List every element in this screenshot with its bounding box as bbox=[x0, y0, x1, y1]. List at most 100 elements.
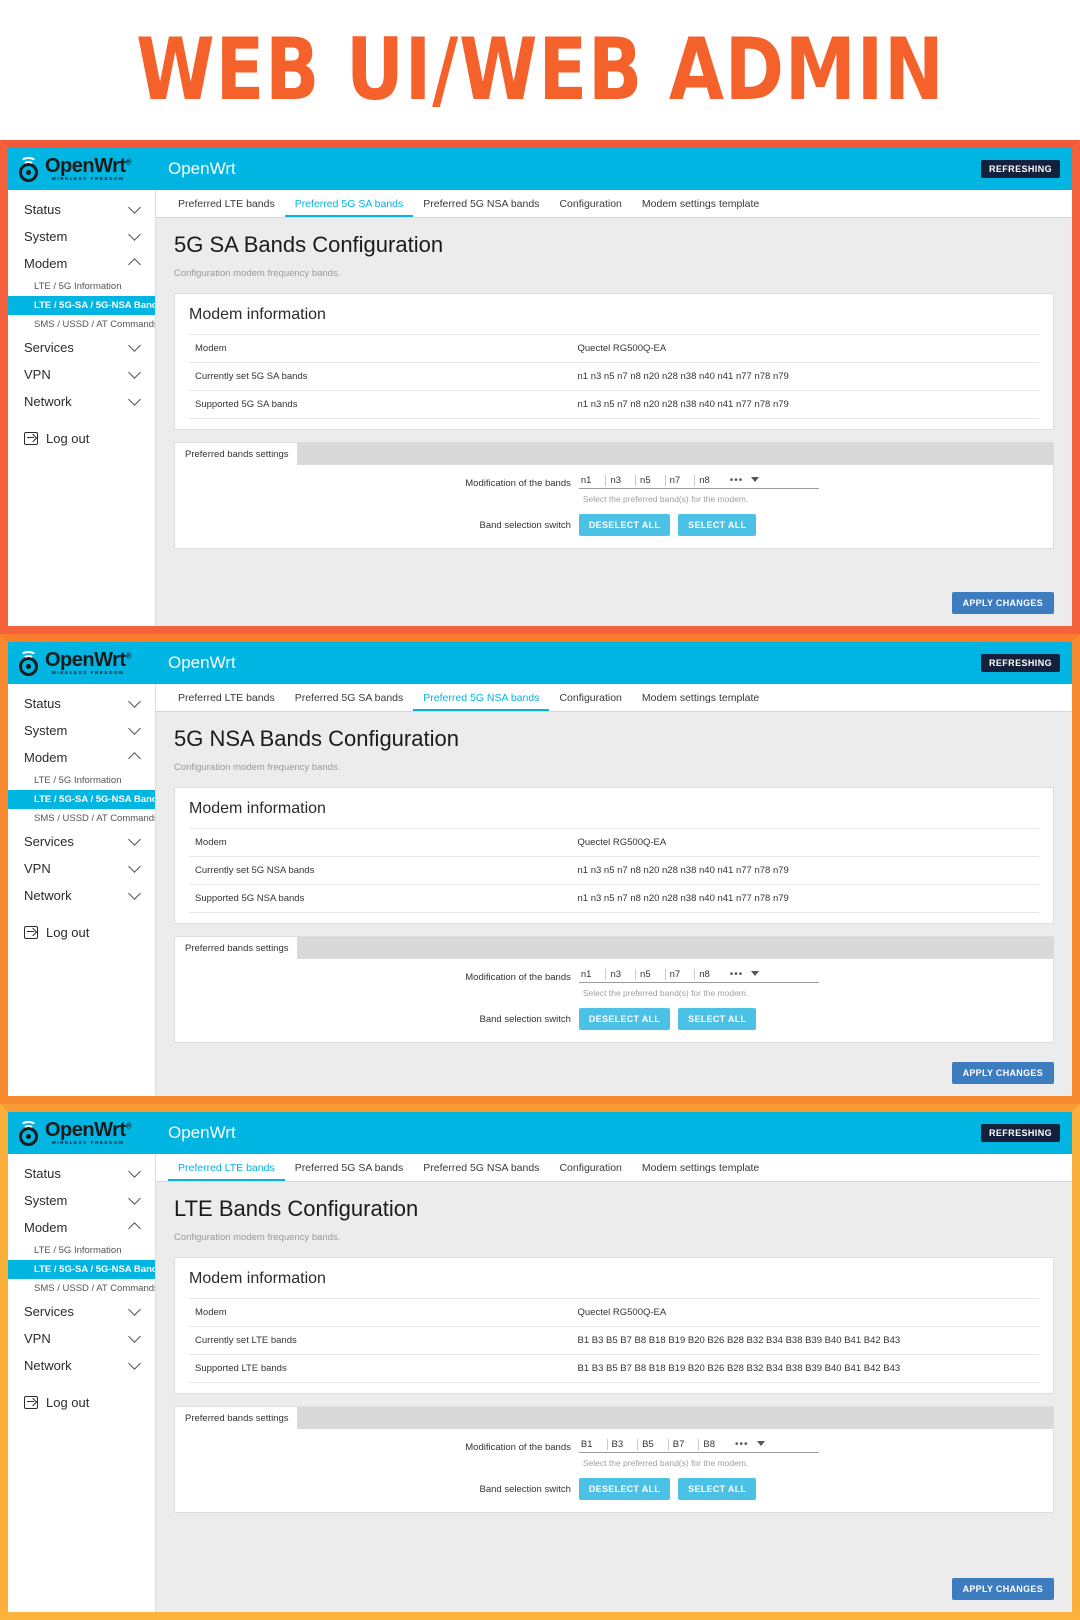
chevron-down-icon[interactable] bbox=[128, 860, 141, 873]
sidebar-item-system[interactable]: System bbox=[8, 717, 155, 744]
band-chip-B3[interactable]: B3 bbox=[606, 1439, 638, 1450]
band-chip-n7[interactable]: n7 bbox=[664, 969, 695, 980]
tab-modem-settings-template[interactable]: Modem settings template bbox=[632, 688, 769, 711]
sidebar-item-services[interactable]: Services bbox=[8, 334, 155, 361]
chevron-down-icon[interactable] bbox=[128, 887, 141, 900]
tab-configuration[interactable]: Configuration bbox=[549, 688, 631, 711]
chevron-down-icon[interactable] bbox=[128, 1303, 141, 1316]
tab-modem-settings-template[interactable]: Modem settings template bbox=[632, 1158, 769, 1181]
tab-preferred-5g-sa-bands[interactable]: Preferred 5G SA bands bbox=[285, 688, 414, 711]
tab-preferred-lte-bands[interactable]: Preferred LTE bands bbox=[168, 688, 285, 711]
apply-changes-button[interactable]: APPLY CHANGES bbox=[951, 592, 1054, 614]
sidebar-item-services[interactable]: Services bbox=[8, 1298, 155, 1325]
band-chip-B8[interactable]: B8 bbox=[698, 1439, 729, 1450]
refreshing-badge[interactable]: REFRESHING bbox=[980, 654, 1060, 672]
band-chip-n3[interactable]: n3 bbox=[605, 475, 635, 486]
band-chip-n1[interactable]: n1 bbox=[579, 969, 606, 980]
select-all-button[interactable]: SELECT ALL bbox=[678, 1478, 757, 1500]
sidebar-item-system[interactable]: System bbox=[8, 223, 155, 250]
chevron-down-icon[interactable] bbox=[128, 201, 141, 214]
chevron-up-icon[interactable] bbox=[128, 1222, 141, 1235]
chevron-down-icon[interactable] bbox=[128, 393, 141, 406]
sidebar-item-vpn[interactable]: VPN bbox=[8, 361, 155, 388]
sidebar-subitem-1[interactable]: LTE / 5G-SA / 5G-NSA Bands bbox=[8, 790, 155, 809]
band-chip-n3[interactable]: n3 bbox=[605, 969, 635, 980]
tab-configuration[interactable]: Configuration bbox=[549, 194, 631, 217]
chevron-down-icon[interactable] bbox=[751, 971, 760, 976]
sidebar-item-status[interactable]: Status bbox=[8, 690, 155, 717]
band-chip-n8[interactable]: n8 bbox=[694, 969, 724, 980]
sidebar-item-vpn[interactable]: VPN bbox=[8, 855, 155, 882]
sidebar-item-network[interactable]: Network bbox=[8, 1352, 155, 1379]
chevron-down-icon[interactable] bbox=[128, 695, 141, 708]
sidebar-subitem-0[interactable]: LTE / 5G Information bbox=[8, 1241, 155, 1260]
tab-preferred-5g-sa-bands[interactable]: Preferred 5G SA bands bbox=[284, 194, 414, 217]
band-chip-n5[interactable]: n5 bbox=[635, 969, 665, 980]
sidebar-item-services[interactable]: Services bbox=[8, 828, 155, 855]
tab-preferred-5g-nsa-bands[interactable]: Preferred 5G NSA bands bbox=[413, 194, 549, 217]
sidebar-item-network[interactable]: Network bbox=[8, 882, 155, 909]
chevron-down-icon[interactable] bbox=[128, 339, 141, 352]
tab-preferred-5g-sa-bands[interactable]: Preferred 5G SA bands bbox=[285, 1158, 414, 1181]
sidebar-subitem-2[interactable]: SMS / USSD / AT Commands bbox=[8, 315, 155, 334]
band-multiselect[interactable]: n1 n3 n5 n7 n8 ••• bbox=[578, 969, 819, 983]
refreshing-badge[interactable]: REFRESHING bbox=[980, 160, 1060, 178]
band-overflow-ellipsis[interactable]: ••• bbox=[729, 1439, 757, 1450]
select-all-button[interactable]: SELECT ALL bbox=[678, 1008, 757, 1030]
band-multiselect[interactable]: B1 B3 B5 B7 B8 ••• bbox=[578, 1439, 819, 1453]
band-chip-B7[interactable]: B7 bbox=[667, 1439, 699, 1450]
select-all-button[interactable]: SELECT ALL bbox=[678, 514, 757, 536]
band-chip-B1[interactable]: B1 bbox=[579, 1439, 607, 1450]
tab-preferred-5g-nsa-bands[interactable]: Preferred 5G NSA bands bbox=[413, 688, 550, 711]
band-overflow-ellipsis[interactable]: ••• bbox=[724, 969, 752, 980]
tab-preferred-5g-nsa-bands[interactable]: Preferred 5G NSA bands bbox=[413, 1158, 549, 1181]
chevron-down-icon[interactable] bbox=[756, 1441, 765, 1446]
deselect-all-button[interactable]: DESELECT ALL bbox=[578, 1008, 671, 1030]
refreshing-badge[interactable]: REFRESHING bbox=[980, 1124, 1060, 1142]
apply-changes-button[interactable]: APPLY CHANGES bbox=[951, 1062, 1054, 1084]
preferred-bands-tab[interactable]: Preferred bands settings bbox=[175, 1407, 297, 1429]
chevron-down-icon[interactable] bbox=[751, 477, 760, 482]
band-overflow-ellipsis[interactable]: ••• bbox=[724, 475, 752, 486]
logout-button[interactable]: Log out bbox=[8, 1379, 155, 1416]
deselect-all-button[interactable]: DESELECT ALL bbox=[578, 1478, 671, 1500]
logout-button[interactable]: Log out bbox=[8, 909, 155, 946]
band-multiselect[interactable]: n1 n3 n5 n7 n8 ••• bbox=[578, 475, 819, 489]
logout-button[interactable]: Log out bbox=[8, 415, 155, 452]
sidebar-item-modem[interactable]: Modem bbox=[8, 1214, 155, 1241]
chevron-down-icon[interactable] bbox=[128, 366, 141, 379]
sidebar-item-modem[interactable]: Modem bbox=[8, 744, 155, 771]
sidebar-subitem-2[interactable]: SMS / USSD / AT Commands bbox=[8, 1279, 155, 1298]
sidebar-subitem-0[interactable]: LTE / 5G Information bbox=[8, 771, 155, 790]
chevron-down-icon[interactable] bbox=[128, 1357, 141, 1370]
band-chip-n1[interactable]: n1 bbox=[579, 475, 606, 486]
chevron-up-icon[interactable] bbox=[128, 258, 141, 271]
sidebar-subitem-2[interactable]: SMS / USSD / AT Commands bbox=[8, 809, 155, 828]
tab-preferred-lte-bands[interactable]: Preferred LTE bands bbox=[168, 194, 285, 217]
tab-modem-settings-template[interactable]: Modem settings template bbox=[632, 194, 769, 217]
sidebar-subitem-0[interactable]: LTE / 5G Information bbox=[8, 277, 155, 296]
sidebar-subitem-1[interactable]: LTE / 5G-SA / 5G-NSA Bands bbox=[8, 1260, 155, 1279]
apply-changes-button[interactable]: APPLY CHANGES bbox=[951, 1578, 1054, 1600]
preferred-bands-tab[interactable]: Preferred bands settings bbox=[175, 443, 297, 465]
sidebar-item-status[interactable]: Status bbox=[8, 1160, 155, 1187]
chevron-down-icon[interactable] bbox=[128, 833, 141, 846]
tab-preferred-lte-bands[interactable]: Preferred LTE bands bbox=[168, 1158, 285, 1181]
chevron-down-icon[interactable] bbox=[128, 228, 141, 241]
sidebar-item-vpn[interactable]: VPN bbox=[8, 1325, 155, 1352]
sidebar-subitem-1[interactable]: LTE / 5G-SA / 5G-NSA Bands bbox=[8, 296, 155, 315]
chevron-down-icon[interactable] bbox=[128, 1165, 141, 1178]
sidebar-item-status[interactable]: Status bbox=[8, 196, 155, 223]
sidebar-item-modem[interactable]: Modem bbox=[8, 250, 155, 277]
chevron-down-icon[interactable] bbox=[128, 1330, 141, 1343]
deselect-all-button[interactable]: DESELECT ALL bbox=[578, 514, 671, 536]
tab-configuration[interactable]: Configuration bbox=[549, 1158, 631, 1181]
band-chip-n5[interactable]: n5 bbox=[635, 475, 665, 486]
sidebar-item-network[interactable]: Network bbox=[8, 388, 155, 415]
chevron-down-icon[interactable] bbox=[128, 1192, 141, 1205]
band-chip-n8[interactable]: n8 bbox=[694, 475, 724, 486]
band-chip-B5[interactable]: B5 bbox=[637, 1439, 668, 1450]
preferred-bands-tab[interactable]: Preferred bands settings bbox=[175, 937, 297, 959]
chevron-down-icon[interactable] bbox=[128, 722, 141, 735]
chevron-up-icon[interactable] bbox=[128, 752, 141, 765]
